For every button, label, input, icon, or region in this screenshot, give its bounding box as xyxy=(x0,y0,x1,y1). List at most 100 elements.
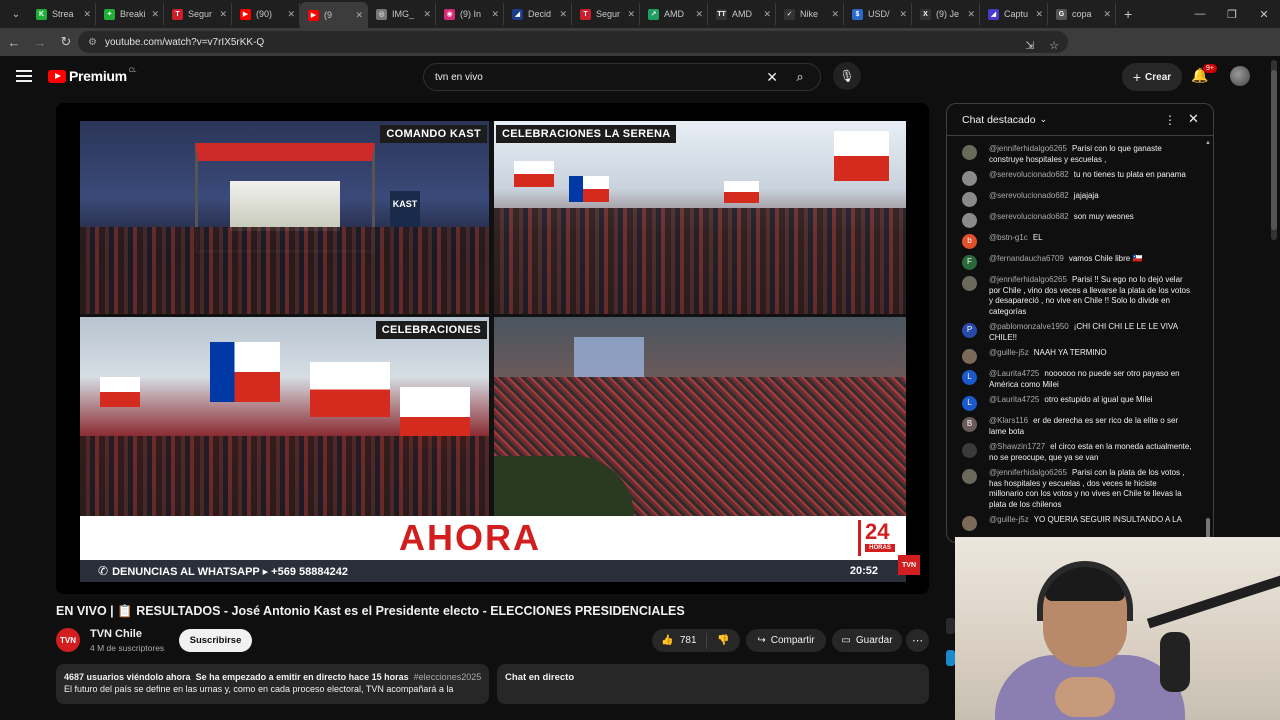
new-tab-button[interactable]: + xyxy=(1124,6,1132,22)
chat-author[interactable]: @guille-j5z xyxy=(989,348,1029,357)
tab-close-icon[interactable]: ✕ xyxy=(899,9,907,20)
browser-tab[interactable]: ✦ Breaki ✕ xyxy=(96,3,164,25)
chat-author[interactable]: @serevolucionado682 xyxy=(989,191,1069,200)
forward-icon[interactable]: → xyxy=(28,30,52,54)
tab-close-icon[interactable]: ✕ xyxy=(151,9,159,20)
bookmark-star-icon[interactable]: ☆ xyxy=(1044,34,1064,56)
chat-author[interactable]: @fernandaucha6709 xyxy=(989,254,1064,263)
search-icon[interactable]: ⌕ xyxy=(780,63,820,91)
chat-scrollbar[interactable]: ▲ xyxy=(1205,140,1211,542)
video-player[interactable]: KAST COMANDO KAST CELEBRACIONES LA SEREN… xyxy=(56,103,929,594)
create-button[interactable]: + Crear xyxy=(1122,63,1182,91)
chat-avatar[interactable] xyxy=(962,349,977,364)
tab-close-icon[interactable]: ✕ xyxy=(1035,9,1043,20)
back-icon[interactable]: ← xyxy=(2,30,26,54)
chat-avatar[interactable]: B xyxy=(962,417,977,432)
reload-icon[interactable]: ↻ xyxy=(54,30,78,54)
close-chat-icon[interactable]: ✕ xyxy=(1188,111,1199,127)
browser-tab[interactable]: ◢ Captu ✕ xyxy=(980,3,1048,25)
chat-author[interactable]: @Laurita4725 xyxy=(989,369,1039,378)
page-scrollbar[interactable] xyxy=(1271,60,1277,240)
chat-author[interactable]: @bstn-g1c xyxy=(989,233,1028,242)
channel-avatar[interactable]: TVN xyxy=(56,628,80,652)
scroll-up-icon[interactable]: ▲ xyxy=(1205,140,1211,146)
browser-tab[interactable]: ▶ (90) ✕ xyxy=(232,3,300,25)
page-scroll-thumb[interactable] xyxy=(1271,70,1277,230)
chat-avatar[interactable] xyxy=(962,213,977,228)
chat-author[interactable]: @Shawzin1727 xyxy=(989,442,1045,451)
hashtag[interactable]: #elecciones2025 xyxy=(414,672,482,682)
chat-avatar[interactable] xyxy=(962,145,977,160)
description-box[interactable]: 4687 usuarios viéndolo ahora Se ha empez… xyxy=(56,664,489,704)
tab-close-icon[interactable]: ✕ xyxy=(355,10,363,21)
tab-close-icon[interactable]: ✕ xyxy=(423,9,431,20)
chat-author[interactable]: @serevolucionado682 xyxy=(989,212,1069,221)
chat-avatar[interactable] xyxy=(962,443,977,458)
tab-close-icon[interactable]: ✕ xyxy=(967,9,975,20)
tab-close-icon[interactable]: ✕ xyxy=(83,9,91,20)
subscribe-button[interactable]: Suscribirse xyxy=(179,629,252,652)
tab-close-icon[interactable]: ✕ xyxy=(763,9,771,20)
dislike-button[interactable]: 👎 xyxy=(707,635,740,646)
chat-author[interactable]: @jenniferhidalgo6265 xyxy=(989,468,1067,477)
browser-tab[interactable]: ✓ Nike ✕ xyxy=(776,3,844,25)
browser-tab[interactable]: ▶ (9 ✕ xyxy=(300,2,368,28)
chat-avatar[interactable] xyxy=(962,192,977,207)
chat-avatar[interactable] xyxy=(962,276,977,291)
search-input[interactable]: tvn en vivo ✕ ⌕ xyxy=(423,63,821,91)
browser-tab[interactable]: X (9) Je ✕ xyxy=(912,3,980,25)
tab-close-icon[interactable]: ✕ xyxy=(287,9,295,20)
chat-avatar[interactable]: P xyxy=(962,323,977,338)
like-button[interactable]: 👍 781 xyxy=(652,632,707,649)
chat-author[interactable]: @pablomonzalve1950 xyxy=(989,322,1069,331)
clear-search-icon[interactable]: ✕ xyxy=(766,69,778,86)
chat-avatar[interactable]: b xyxy=(962,234,977,249)
chat-menu-icon[interactable]: ⋮ xyxy=(1164,113,1176,127)
browser-tab[interactable]: ↗ AMD ✕ xyxy=(640,3,708,25)
microphone-icon[interactable]: 🎙 xyxy=(833,62,861,90)
chat-avatar[interactable] xyxy=(962,469,977,484)
chat-author[interactable]: @jenniferhidalgo6265 xyxy=(989,144,1067,153)
browser-tab[interactable]: ◢ Decid ✕ xyxy=(504,3,572,25)
close-window-icon[interactable]: ✕ xyxy=(1248,0,1280,28)
url-field[interactable]: ⚙ youtube.com/watch?v=v7rIX5rKK-Q ⇲ ☆ xyxy=(78,31,1068,53)
browser-tab[interactable]: T Segur ✕ xyxy=(572,3,640,25)
share-button[interactable]: ↪ Compartir xyxy=(746,629,826,652)
channel-name[interactable]: TVN Chile xyxy=(90,628,142,640)
chat-mode-label[interactable]: Chat destacado xyxy=(962,114,1036,126)
chat-avatar[interactable]: F xyxy=(962,255,977,270)
browser-tab[interactable]: T Segur ✕ xyxy=(164,3,232,25)
save-button[interactable]: ▭ Guardar xyxy=(832,629,902,652)
tab-search-icon[interactable]: ⌄ xyxy=(4,4,28,24)
chat-avatar[interactable] xyxy=(962,171,977,186)
account-avatar[interactable] xyxy=(1230,66,1250,86)
live-chat-toggle[interactable]: Chat en directo xyxy=(497,664,929,704)
install-app-icon[interactable]: ⇲ xyxy=(1020,34,1040,56)
tab-close-icon[interactable]: ✕ xyxy=(559,9,567,20)
more-actions-icon[interactable]: ⋯ xyxy=(906,629,929,652)
chat-author[interactable]: @jenniferhidalgo6265 xyxy=(989,275,1067,284)
browser-tab[interactable]: K Strea ✕ xyxy=(28,3,96,25)
tab-close-icon[interactable]: ✕ xyxy=(627,9,635,20)
browser-tab[interactable]: TT AMD ✕ xyxy=(708,3,776,25)
browser-tab[interactable]: ◎ IMG_ ✕ xyxy=(368,3,436,25)
side-panel-button[interactable] xyxy=(946,618,955,634)
browser-tab[interactable]: ◉ (9) In ✕ xyxy=(436,3,504,25)
site-info-icon[interactable]: ⚙ xyxy=(88,37,97,48)
restore-icon[interactable]: ❐ xyxy=(1216,0,1248,28)
chevron-down-icon[interactable]: ⌄ xyxy=(1040,114,1048,125)
side-panel-button[interactable] xyxy=(946,650,955,666)
browser-tab[interactable]: $ USD/ ✕ xyxy=(844,3,912,25)
chat-author[interactable]: @guille-j5z xyxy=(989,515,1029,524)
chat-avatar[interactable]: L xyxy=(962,396,977,411)
chat-avatar[interactable] xyxy=(962,516,977,531)
chat-avatar[interactable]: L xyxy=(962,370,977,385)
menu-icon[interactable] xyxy=(16,68,32,84)
tab-close-icon[interactable]: ✕ xyxy=(1103,9,1111,20)
tab-close-icon[interactable]: ✕ xyxy=(491,9,499,20)
chat-author[interactable]: @Laurita4725 xyxy=(989,395,1039,404)
browser-tab[interactable]: Gcopa ✕ xyxy=(1048,3,1116,25)
chat-author[interactable]: @Klars116 xyxy=(989,416,1028,425)
tab-close-icon[interactable]: ✕ xyxy=(695,9,703,20)
youtube-logo[interactable]: Premium CL xyxy=(48,68,136,84)
